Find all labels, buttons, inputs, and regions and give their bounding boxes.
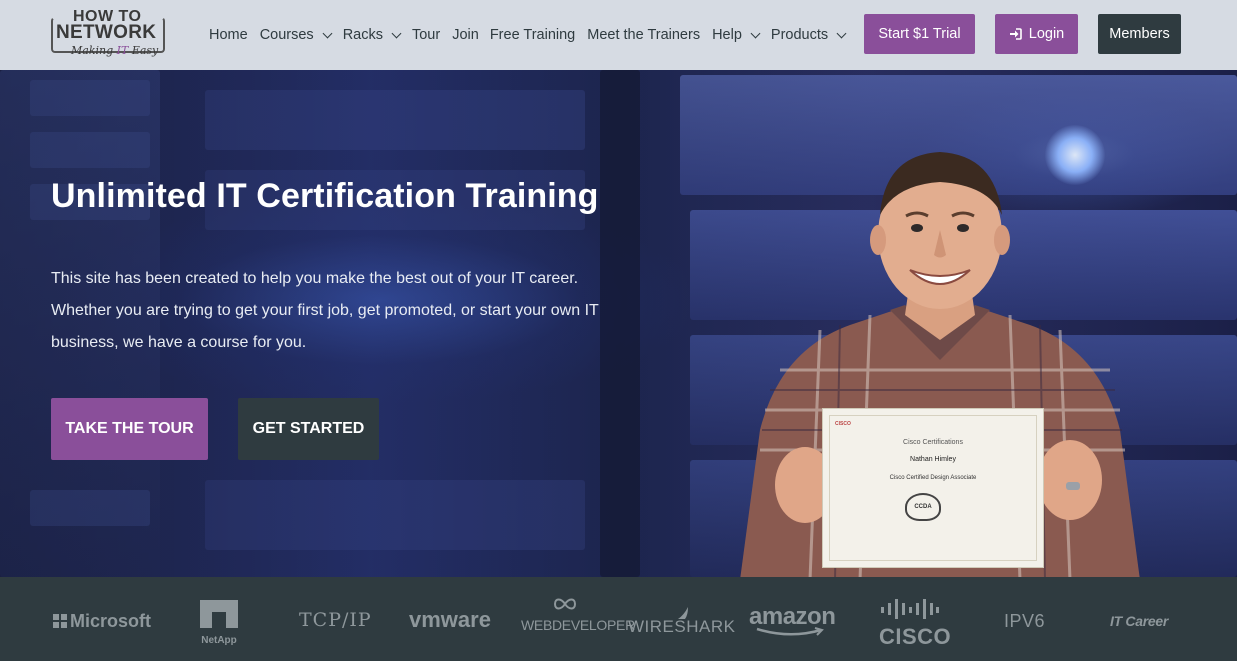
itcareer-logo: IT Career — [1110, 613, 1168, 629]
nav-join-label: Join — [452, 27, 479, 43]
smile-arrow-icon — [756, 627, 824, 636]
site-header: HOW TO NETWORK Making IT Easy Home Cours… — [0, 0, 1237, 70]
members-button[interactable]: Members — [1098, 14, 1181, 54]
logo-tagline-prefix: Making — [71, 44, 117, 57]
hero-description: This site has been created to help you m… — [51, 270, 599, 351]
get-started-button[interactable]: GET STARTED — [238, 398, 379, 460]
netapp-logo-icon — [200, 600, 238, 628]
nav-home[interactable]: Home — [209, 27, 248, 43]
logo-tagline-highlight: IT — [116, 44, 129, 57]
infinity-logo-icon — [553, 598, 577, 610]
start-trial-button[interactable]: Start $1 Trial — [864, 14, 975, 54]
microsoft-logo: Microsoft — [53, 611, 151, 632]
nav-help-label: Help — [712, 27, 742, 43]
netapp-logo: NetApp — [200, 600, 238, 646]
nav-join[interactable]: Join — [452, 27, 479, 43]
vmware-logo: vmware — [409, 607, 491, 632]
nav-tour[interactable]: Tour — [412, 27, 440, 43]
cisco-bars-icon — [881, 599, 939, 619]
certificate-name: Nathan Himley — [910, 456, 956, 463]
nav-courses[interactable]: Courses — [259, 27, 333, 43]
nav-meet-trainers[interactable]: Meet the Trainers — [587, 27, 700, 43]
microsoft-label: Microsoft — [70, 611, 151, 631]
hero-title: Unlimited IT Certification Training — [51, 177, 599, 215]
certificate: CISCO Cisco Certifications Nathan Himley… — [822, 408, 1044, 568]
nav-home-label: Home — [209, 27, 248, 43]
nav-products[interactable]: Products — [770, 27, 847, 43]
fin-logo-icon — [678, 607, 688, 619]
logo-tagline-suffix: Easy — [128, 44, 159, 57]
login-label: Login — [1028, 26, 1065, 42]
cisco-label: CISCO — [879, 624, 952, 649]
webdeveloper-logo: WEBDEVELOPER — [521, 598, 635, 633]
nav-free-training-label: Free Training — [489, 27, 576, 43]
webdeveloper-label: WEBDEVELOPER — [521, 617, 635, 633]
main-nav: Home Courses Racks Tour Join Free Traini… — [209, 0, 857, 70]
netapp-label: NetApp — [201, 635, 237, 646]
login-button[interactable]: Login — [995, 14, 1078, 54]
certificate-heading: Cisco Certifications — [903, 439, 963, 446]
chevron-down-icon — [836, 28, 847, 38]
sign-in-icon — [1009, 28, 1022, 40]
nav-racks-label: Racks — [342, 27, 383, 43]
nav-tour-label: Tour — [411, 27, 441, 43]
chevron-down-icon — [322, 28, 333, 38]
hero-section: CISCO Cisco Certifications Nathan Himley… — [0, 70, 1237, 577]
certificate-border — [829, 415, 1037, 561]
tcpip-logo: TCP/IP — [299, 609, 372, 631]
ipv6-logo: IPV6 — [1004, 611, 1046, 631]
wireshark-logo: WIRESHARK — [628, 607, 736, 637]
certificate-title: Cisco Certified Design Associate — [889, 475, 977, 481]
amazon-logo: amazon — [749, 603, 836, 636]
certificate-seal: CCDA — [905, 493, 941, 521]
chevron-down-icon — [750, 28, 761, 38]
nav-products-label: Products — [770, 27, 829, 43]
nav-racks[interactable]: Racks — [342, 27, 402, 43]
logo-tagline: Making IT Easy — [71, 44, 158, 57]
take-tour-button[interactable]: TAKE THE TOUR — [51, 398, 208, 460]
site-logo[interactable]: HOW TO NETWORK Making IT Easy — [51, 8, 167, 58]
nav-meet-trainers-label: Meet the Trainers — [587, 27, 701, 43]
nav-courses-label: Courses — [259, 27, 314, 43]
logo-line2: NETWORK — [56, 22, 157, 43]
partner-logos-strip: Microsoft NetApp TCP/IP vmware WEBDEVELO… — [0, 577, 1237, 661]
cisco-logo: CISCO — [879, 599, 951, 650]
chevron-down-icon — [391, 28, 402, 38]
certificate-brand: CISCO — [835, 421, 851, 427]
nav-free-training[interactable]: Free Training — [490, 27, 575, 43]
windows-logo-icon — [53, 614, 67, 628]
nav-help[interactable]: Help — [712, 27, 761, 43]
wireshark-label: WIRESHARK — [628, 617, 736, 636]
